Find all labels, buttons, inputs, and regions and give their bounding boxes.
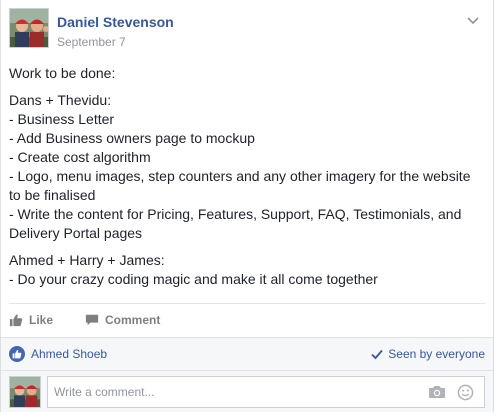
checkmark-icon <box>371 349 383 360</box>
seen-by-indicator[interactable]: Seen by everyone <box>371 347 485 361</box>
comment-label: Comment <box>105 313 161 327</box>
seen-label: Seen by everyone <box>388 347 485 361</box>
speech-bubble-icon <box>85 314 99 326</box>
post-actions: Like Comment <box>9 303 485 336</box>
comment-box <box>47 376 485 408</box>
post-body: Work to be done: Dans + Thevidu: - Busines… <box>9 64 485 297</box>
like-button[interactable]: Like <box>9 304 53 336</box>
author-avatar[interactable] <box>9 8 49 48</box>
smiley-icon[interactable] <box>456 383 474 401</box>
post-text-line: - Add Business owners page to mockup <box>9 130 255 146</box>
comment-button[interactable]: Comment <box>85 304 160 336</box>
post-text-line: Dans + Thevidu: <box>9 92 112 108</box>
post-paragraph: Dans + Thevidu: - Business Letter - Add Bu… <box>9 91 485 243</box>
post-header: Daniel Stevenson September 7 <box>9 8 485 52</box>
post-card: Daniel Stevenson September 7 Work to be … <box>0 0 494 412</box>
likes-row: Ahmed Shoeb Seen by everyone <box>9 338 485 370</box>
liker-name[interactable]: Ahmed Shoeb <box>31 347 107 361</box>
commenter-avatar <box>9 376 41 408</box>
like-reaction-icon <box>9 346 25 362</box>
post-date[interactable]: September 7 <box>57 35 126 49</box>
chevron-down-icon[interactable] <box>465 12 481 28</box>
post-footer: Ahmed Shoeb Seen by everyone <box>1 337 493 412</box>
post-text-line: - Business Letter <box>9 111 115 127</box>
post-text-line: - Create cost algorithm <box>9 149 151 165</box>
post-text-line: - Logo, menu images, step counters and a… <box>9 168 471 203</box>
post-text-line: Ahmed + Harry + James: <box>9 252 165 268</box>
camera-icon[interactable] <box>428 383 446 401</box>
comment-composer <box>1 370 493 414</box>
like-label: Like <box>29 313 54 327</box>
author-name[interactable]: Daniel Stevenson <box>57 14 174 30</box>
post-paragraph: Work to be done: <box>9 64 485 83</box>
comment-input[interactable] <box>48 378 428 406</box>
thumbs-up-icon <box>9 314 23 327</box>
post-text-line: Work to be done: <box>9 65 116 81</box>
post-paragraph: Ahmed + Harry + James: - Do your crazy co… <box>9 251 485 289</box>
post-text-line: - Do your crazy coding magic and make it… <box>9 271 378 287</box>
post-text-line: - Write the content for Pricing, Feature… <box>9 206 462 241</box>
